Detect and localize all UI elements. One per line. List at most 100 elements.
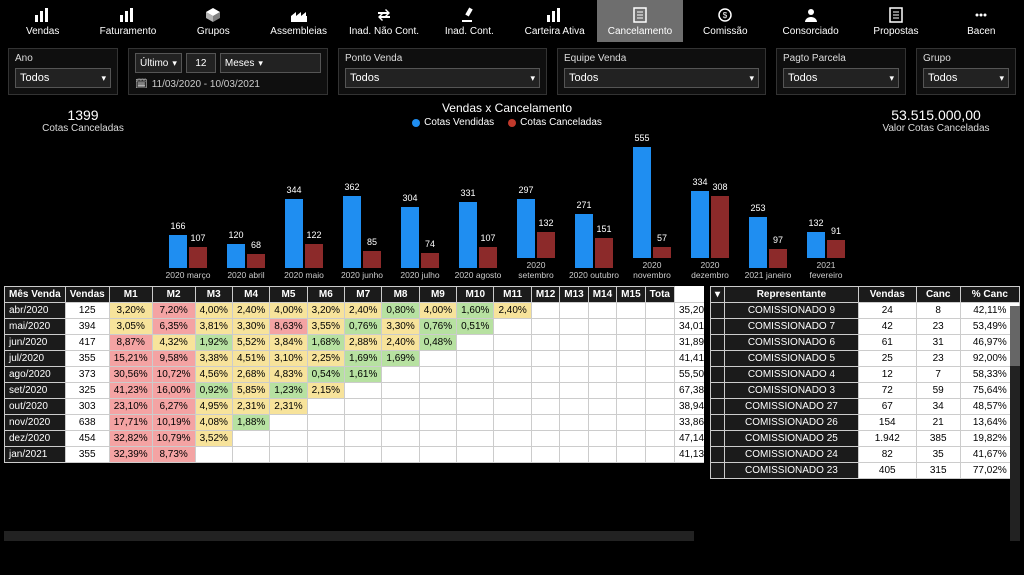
expand-toggle[interactable]	[711, 463, 725, 479]
bar-vendidas[interactable]: 344	[285, 199, 303, 268]
expand-toggle[interactable]	[711, 367, 725, 383]
expand-toggle[interactable]	[711, 383, 725, 399]
col-header[interactable]: M1	[109, 287, 152, 303]
bar-vendidas[interactable]: 362	[343, 196, 361, 268]
filter-equipe-select[interactable]: Todos▾	[564, 68, 759, 88]
nav-item-inad-n-o-cont-[interactable]: Inad. Não Cont.	[341, 0, 426, 42]
expand-toggle[interactable]	[711, 447, 725, 463]
col-header[interactable]: M13	[560, 287, 588, 303]
scrollbar-horizontal[interactable]	[4, 531, 694, 541]
filter-ponto-select[interactable]: Todos▾	[345, 68, 540, 88]
bar-canceladas[interactable]: 74	[421, 253, 439, 268]
nav-item-inad-cont-[interactable]: Inad. Cont.	[427, 0, 512, 42]
scrollbar-vertical-thumb[interactable]	[1010, 306, 1020, 366]
bar-canceladas[interactable]: 91	[827, 240, 845, 258]
cohort-cell: 1,61%	[345, 367, 382, 383]
periodo-ultimo-select[interactable]: Último▾	[135, 53, 182, 73]
col-header[interactable]: Vendas	[858, 287, 916, 303]
expand-toggle[interactable]	[711, 431, 725, 447]
bar-vendidas[interactable]: 331	[459, 202, 477, 268]
col-header[interactable]: % Canc	[960, 287, 1019, 303]
nav-item-grupos[interactable]: Grupos	[171, 0, 256, 42]
col-header[interactable]: M12	[531, 287, 559, 303]
expand-toggle[interactable]	[711, 319, 725, 335]
expand-header[interactable]: ▾	[711, 287, 725, 303]
periodo-num-input[interactable]: 12	[186, 53, 216, 73]
bar-canceladas[interactable]: 132	[537, 232, 555, 258]
bar-canceladas[interactable]: 107	[189, 247, 207, 268]
cohort-cell: 5,85%	[232, 383, 269, 399]
expand-toggle[interactable]	[711, 335, 725, 351]
chart-legend: Cotas Vendidas Cotas Canceladas	[412, 117, 602, 128]
nav-item-vendas[interactable]: Vendas	[0, 0, 85, 42]
expand-toggle[interactable]	[711, 303, 725, 319]
bar-canceladas[interactable]: 107	[479, 247, 497, 268]
col-header[interactable]: Tota	[645, 287, 674, 303]
nav-item-propostas[interactable]: Propostas	[853, 0, 938, 42]
col-header[interactable]: M6	[307, 287, 344, 303]
col-header[interactable]: Representante	[725, 287, 859, 303]
nav-item-bacen[interactable]: Bacen	[939, 0, 1024, 42]
cohort-table-wrap[interactable]: Mês VendaVendasM1M2M3M4M5M6M7M8M9M10M11M…	[4, 286, 704, 541]
bar-vendidas[interactable]: 555	[633, 147, 651, 258]
bar-vendidas[interactable]: 120	[227, 244, 245, 268]
bar-vendidas[interactable]: 297	[517, 199, 535, 258]
row-vendas: 373	[65, 367, 109, 383]
col-header[interactable]: M9	[419, 287, 456, 303]
bar-vendidas[interactable]: 334	[691, 191, 709, 258]
bar-value-label: 253	[749, 203, 767, 213]
row-month: ago/2020	[5, 367, 66, 383]
rep-table-wrap[interactable]: ▾RepresentanteVendasCanc% Canc COMISSION…	[710, 286, 1020, 541]
cohort-cell	[494, 447, 531, 463]
bar-pair: 297132	[517, 138, 555, 258]
filter-pagto-select[interactable]: Todos▾	[783, 68, 899, 88]
expand-toggle[interactable]	[711, 351, 725, 367]
bar-vendidas[interactable]: 271	[575, 214, 593, 268]
nav-item-comiss-o[interactable]: $Comissão	[683, 0, 768, 42]
cohort-cell: 5,52%	[232, 335, 269, 351]
col-header[interactable]: Vendas	[65, 287, 109, 303]
cohort-cell	[531, 399, 559, 415]
cohort-cell	[494, 367, 531, 383]
col-header[interactable]: M10	[457, 287, 494, 303]
col-header[interactable]: M2	[152, 287, 195, 303]
periodo-unit-select[interactable]: Meses▾	[220, 53, 321, 73]
cohort-cell: 2,40%	[382, 335, 419, 351]
cohort-cell: 0,54%	[307, 367, 344, 383]
cohort-cell: 1,88%	[232, 415, 269, 431]
col-header[interactable]: M7	[345, 287, 382, 303]
bar-vendidas[interactable]: 166	[169, 235, 187, 268]
col-header[interactable]: Canc	[916, 287, 960, 303]
col-header[interactable]: M11	[494, 287, 531, 303]
bar-value-label: 344	[285, 185, 303, 195]
col-header[interactable]: M4	[232, 287, 269, 303]
bar-canceladas[interactable]: 151	[595, 238, 613, 268]
bar-canceladas[interactable]: 68	[247, 254, 265, 268]
bar-category-label: 2020 maio	[284, 270, 324, 280]
bar-canceladas[interactable]: 97	[769, 249, 787, 268]
nav-item-carteira-ativa[interactable]: Carteira Ativa	[512, 0, 597, 42]
table-row: COMISSIONADO 27 67 34 48,57%	[711, 399, 1020, 415]
nav-item-assembleias[interactable]: Assembleias	[256, 0, 341, 42]
nav-item-cancelamento[interactable]: Cancelamento	[597, 0, 682, 42]
col-header[interactable]: M15	[617, 287, 645, 303]
bar-canceladas[interactable]: 122	[305, 244, 323, 268]
expand-toggle[interactable]	[711, 399, 725, 415]
bar-canceladas[interactable]: 57	[653, 247, 671, 258]
col-header[interactable]: M3	[195, 287, 232, 303]
bar-canceladas[interactable]: 85	[363, 251, 381, 268]
bar-canceladas[interactable]: 308	[711, 196, 729, 258]
filter-ano-select[interactable]: Todos ▾	[15, 68, 111, 88]
col-header[interactable]: M8	[382, 287, 419, 303]
col-header[interactable]: M14	[588, 287, 616, 303]
col-header[interactable]: M5	[270, 287, 307, 303]
col-header[interactable]: Mês Venda	[5, 287, 66, 303]
nav-item-consorciado[interactable]: Consorciado	[768, 0, 853, 42]
bar-vendidas[interactable]: 304	[401, 207, 419, 268]
nav-item-faturamento[interactable]: Faturamento	[85, 0, 170, 42]
filter-grupo-select[interactable]: Todos▾	[923, 68, 1009, 88]
expand-toggle[interactable]	[711, 415, 725, 431]
bar-category-label: 2020 julho	[400, 270, 439, 280]
bar-vendidas[interactable]: 132	[807, 232, 825, 258]
bar-vendidas[interactable]: 253	[749, 217, 767, 268]
